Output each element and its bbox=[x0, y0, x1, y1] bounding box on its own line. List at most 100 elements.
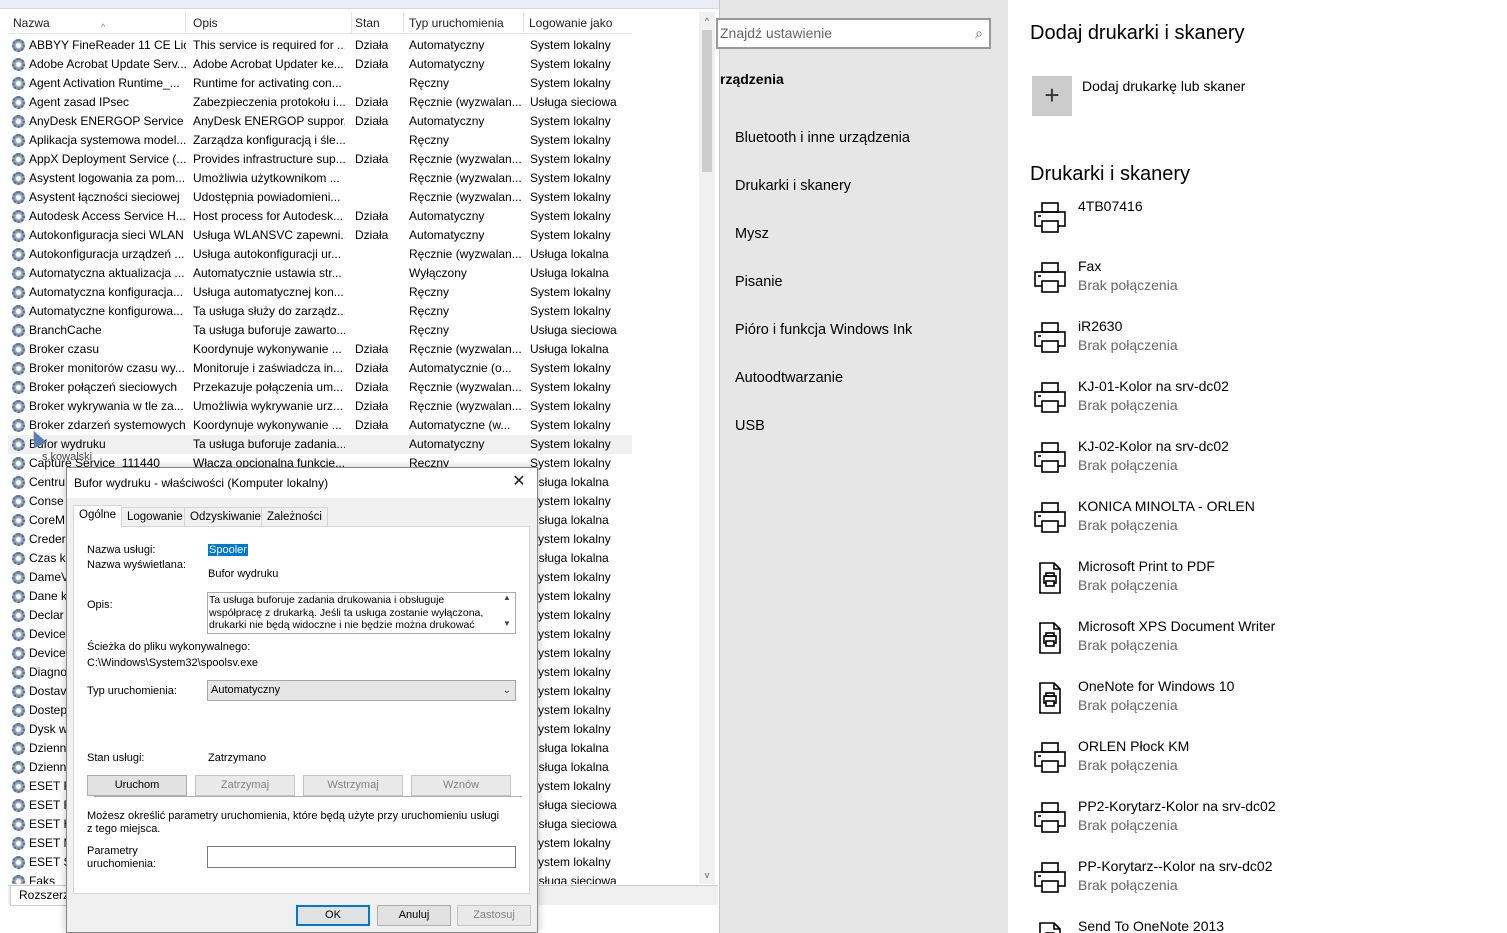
printer-item[interactable]: KJ-02-Kolor na srv-dc02 Brak połączenia bbox=[1032, 438, 1492, 490]
add-printer-button[interactable]: Dodaj drukarkę lub skaner bbox=[1082, 78, 1245, 94]
printer-item[interactable]: PP-Korytarz--Kolor na srv-dc02 Brak połąc… bbox=[1032, 858, 1492, 910]
service-name: Agent zasad IPsec bbox=[29, 95, 130, 109]
start-button[interactable]: Uruchom bbox=[87, 775, 187, 796]
description-textbox[interactable]: Ta usługa buforuje zadania drukowania i … bbox=[207, 592, 516, 634]
scroll-up-icon[interactable]: ▲ bbox=[499, 593, 515, 607]
column-header-logon[interactable]: Logowanie jako bbox=[524, 12, 632, 34]
tab-recovery[interactable]: Odzyskiwanie bbox=[184, 507, 267, 527]
table-row[interactable]: Broker połączeń sieciowych Przekazuje poł… bbox=[8, 378, 632, 397]
add-icon[interactable]: + bbox=[1032, 76, 1072, 116]
table-row[interactable]: Adobe Acrobat Update Serv... Adobe Acroba… bbox=[8, 55, 632, 74]
printer-item[interactable]: Send To OneNote 2013 bbox=[1032, 918, 1492, 933]
service-gear-icon bbox=[12, 96, 25, 109]
search-icon[interactable]: ⌕ bbox=[975, 20, 983, 47]
nav-item-usb[interactable]: USB bbox=[735, 418, 765, 434]
general-tab-panel: Nazwa usługi: Spooler Nazwa wyświetlana:… bbox=[73, 526, 530, 894]
close-icon[interactable]: ✕ bbox=[509, 472, 529, 492]
resume-button[interactable]: Wznów bbox=[411, 775, 511, 796]
table-row[interactable]: Automatyczna aktualizacja ... Automatyczn… bbox=[8, 264, 632, 283]
table-row[interactable]: Broker czasu Koordynuje wykonywanie ... Dz… bbox=[8, 340, 632, 359]
table-row[interactable]: Bufor wydruku Ta usługa buforuje zadania.… bbox=[8, 435, 632, 454]
service-logon: System lokalny bbox=[530, 209, 611, 223]
pause-button[interactable]: Wstrzymaj bbox=[303, 775, 403, 796]
column-header-description[interactable]: Opis bbox=[188, 12, 352, 34]
table-row[interactable]: Automatyczne konfigurowa... Ta usługa słu… bbox=[8, 302, 632, 321]
table-row[interactable]: AppX Deployment Service (... Provides inf… bbox=[8, 150, 632, 169]
table-row[interactable]: Broker zdarzeń systemowych Koordynuje wyk… bbox=[8, 416, 632, 435]
display-name-value[interactable]: Bufor wydruku bbox=[208, 568, 278, 580]
scroll-down-icon[interactable]: v bbox=[699, 868, 715, 882]
printer-item[interactable]: Fax Brak połączenia bbox=[1032, 258, 1492, 310]
ok-button[interactable]: OK bbox=[296, 905, 370, 926]
printer-status: Brak połączenia bbox=[1078, 277, 1178, 293]
table-row[interactable]: Asystent łączności sieciowej Udostępnia p… bbox=[8, 188, 632, 207]
service-status: Działa bbox=[355, 152, 389, 166]
printer-item[interactable]: OneNote for Windows 10 Brak połączenia bbox=[1032, 678, 1492, 730]
service-startup-type: Ręcznie (wyzwalan... bbox=[409, 190, 521, 204]
table-row[interactable]: Autokonfiguracja urządzeń ... Usługa auto… bbox=[8, 245, 632, 264]
table-row[interactable]: Agent zasad IPsec Zabezpieczenia protokoł… bbox=[8, 93, 632, 112]
services-scrollbar[interactable]: ^ v bbox=[699, 12, 715, 884]
table-row[interactable]: Autodesk Access Service H... Host process… bbox=[8, 207, 632, 226]
table-row[interactable]: BranchCache Ta usługa buforuje zawarto...… bbox=[8, 321, 632, 340]
nav-item-typing[interactable]: Pisanie bbox=[735, 274, 783, 290]
column-header-name[interactable]: Nazwa bbox=[8, 12, 186, 34]
service-gear-icon bbox=[12, 419, 25, 432]
startup-type-dropdown[interactable]: Automatyczny ⌄ bbox=[207, 680, 516, 701]
service-name: Broker monitorów czasu wy... bbox=[29, 361, 185, 375]
service-logon: System lokalny bbox=[530, 418, 611, 432]
service-gear-icon bbox=[12, 666, 25, 679]
printer-name: Microsoft Print to PDF bbox=[1078, 558, 1215, 574]
scroll-up-icon[interactable]: ^ bbox=[699, 14, 715, 28]
display-name-label: Nazwa wyświetlana: bbox=[87, 559, 187, 571]
service-gear-icon bbox=[12, 514, 25, 527]
services-table-header: Nazwa Opis Stan Typ uruchomienia Logowan… bbox=[8, 12, 632, 34]
service-gear-icon bbox=[12, 609, 25, 622]
printer-item[interactable]: ORLEN Płock KM Brak połączenia bbox=[1032, 738, 1492, 790]
service-gear-icon bbox=[12, 381, 25, 394]
service-gear-icon bbox=[12, 438, 25, 451]
service-startup-type: Ręczny bbox=[409, 323, 450, 337]
service-logon: System lokalny bbox=[530, 722, 611, 736]
tab-logon[interactable]: Logowanie bbox=[121, 507, 189, 527]
scrollbar-thumb[interactable] bbox=[702, 30, 712, 172]
cancel-button[interactable]: Anuluj bbox=[377, 905, 451, 926]
nav-item-bluetooth[interactable]: Bluetooth i inne urządzenia bbox=[735, 130, 910, 146]
nav-item-printers[interactable]: Drukarki i skanery bbox=[735, 178, 851, 194]
table-row[interactable]: Broker monitorów czasu wy... Monitoruje i… bbox=[8, 359, 632, 378]
stop-button[interactable]: Zatrzymaj bbox=[195, 775, 295, 796]
printer-item[interactable]: iR2630 Brak połączenia bbox=[1032, 318, 1492, 370]
table-row[interactable]: Asystent logowania za pom... Umożliwia uż… bbox=[8, 169, 632, 188]
printer-status: Brak połączenia bbox=[1078, 337, 1178, 353]
column-header-status[interactable]: Stan bbox=[350, 12, 404, 34]
table-row[interactable]: Agent Activation Runtime_... Runtime for … bbox=[8, 74, 632, 93]
nav-item-pen[interactable]: Pióro i funkcja Windows Ink bbox=[735, 322, 912, 338]
printer-item[interactable]: Microsoft Print to PDF Brak połączenia bbox=[1032, 558, 1492, 610]
service-name-value[interactable]: Spooler bbox=[208, 544, 248, 556]
column-header-startup-type[interactable]: Typ uruchomienia bbox=[404, 12, 524, 34]
table-row[interactable]: AnyDesk ENERGOP Service AnyDesk ENERGOP s… bbox=[8, 112, 632, 131]
table-row[interactable]: Autokonfiguracja sieci WLAN Usługa WLANSV… bbox=[8, 226, 632, 245]
tab-dependencies[interactable]: Zależności bbox=[261, 507, 328, 527]
table-row[interactable]: Aplikacja systemowa model... Zarządza kon… bbox=[8, 131, 632, 150]
nav-item-autoplay[interactable]: Autoodtwarzanie bbox=[735, 370, 843, 386]
table-row[interactable]: Automatyczna konfiguracja... Usługa autom… bbox=[8, 283, 632, 302]
printer-item[interactable]: KONICA MINOLTA - ORLEN Brak połączenia bbox=[1032, 498, 1492, 550]
table-row[interactable]: ABBYY FineReader 11 CE Lic... This servic… bbox=[8, 36, 632, 55]
executable-path-value[interactable]: C:\Windows\System32\spoolsv.exe bbox=[87, 657, 258, 669]
tab-general[interactable]: Ogólne bbox=[73, 505, 123, 528]
apply-button[interactable]: Zastosuj bbox=[457, 905, 531, 926]
service-status: Działa bbox=[355, 57, 389, 71]
nav-item-mouse[interactable]: Mysz bbox=[735, 226, 769, 242]
start-parameters-input[interactable] bbox=[207, 846, 516, 868]
printer-item[interactable]: Microsoft XPS Document Writer Brak połącz… bbox=[1032, 618, 1492, 670]
service-description: Usługa WLANSVC zapewni... bbox=[193, 228, 345, 242]
table-row[interactable]: Broker wykrywania w tle za... Umożliwia w… bbox=[8, 397, 632, 416]
scroll-down-icon[interactable]: ▼ bbox=[499, 619, 515, 633]
printer-item[interactable]: PP2-Korytarz-Kolor na srv-dc02 Brak połąc… bbox=[1032, 798, 1492, 850]
description-scrollbar[interactable]: ▲ ▼ bbox=[499, 593, 515, 633]
printer-item[interactable]: KJ-01-Kolor na srv-dc02 Brak połączenia bbox=[1032, 378, 1492, 430]
printer-item[interactable]: 4TB07416 bbox=[1032, 198, 1492, 250]
settings-search-input[interactable]: Znajdź ustawienie ⌕ bbox=[716, 18, 991, 49]
service-name: Adobe Acrobat Update Serv... bbox=[29, 57, 186, 71]
